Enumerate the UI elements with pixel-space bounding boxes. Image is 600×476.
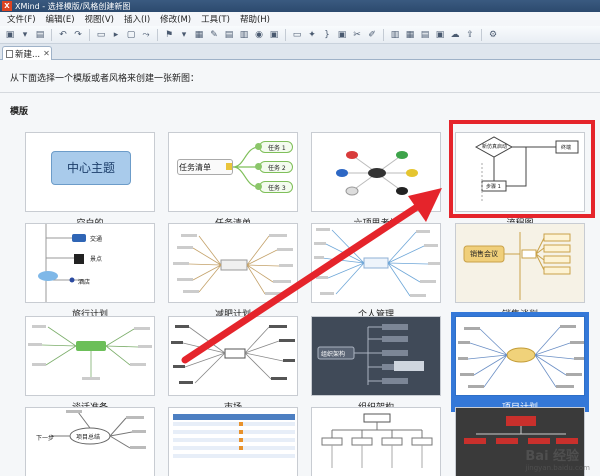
window-title: XMind - 选择模版/风格创建新图 [15,1,131,11]
template-thumbnail: 任务清单 任务 1 任务 2 任务 3 [168,132,298,212]
menu-insert[interactable]: 插入(I) [119,13,155,25]
floating-topic-icon[interactable]: ▢ [125,29,137,41]
toolbar-separator [383,28,384,41]
baidu-watermark: Bai 经验 jingyan.baidu.com [525,445,590,472]
menu-bar: 文件(F) 编辑(E) 视图(V) 插入(I) 修改(M) 工具(T) 帮助(H… [0,12,600,26]
fit-icon[interactable]: ▣ [434,29,446,41]
central-topic-text: 组织架构 [321,351,346,358]
toolbar-separator [285,28,286,41]
branch-text: 下一步 [36,435,55,442]
tree-diagram [321,413,433,468]
relationship-icon[interactable]: ⤳ [140,29,152,41]
template-thumbnail: 销售会议 [455,223,585,303]
toolbar-separator [89,28,90,41]
tab-label: 新建... [15,49,41,60]
format-icon[interactable]: ✂ [351,29,363,41]
document-icon [6,49,13,58]
save-icon[interactable]: ▤ [34,29,46,41]
brush-icon[interactable]: ✐ [366,29,378,41]
open-icon[interactable]: ▾ [19,29,31,41]
travel-tag: 酒店 [78,279,91,286]
link-icon[interactable]: ▣ [268,29,280,41]
central-topic-text: 中心主题 [66,161,115,175]
conversation-diagram [28,325,152,380]
template-thumbnail: 中心主题 [25,132,155,212]
tab-new[interactable]: 新建... ✕ [2,46,52,60]
toolbar-separator [157,28,158,41]
template-thumbnail [168,316,298,396]
menu-file[interactable]: 文件(F) [2,13,41,25]
audio-icon[interactable]: ◉ [253,29,265,41]
market-diagram [171,325,295,384]
task-item: 任务 3 [268,185,286,192]
table-diagram [173,414,295,458]
summary-icon[interactable]: } [321,29,333,41]
template-thumbnail [168,407,298,476]
toolbar: ▣ ▾ ▤ ↶ ↷ ▭ ▸ ▢ ⤳ ⚑ ▾ ▦ ✎ ▤ ▥ ◉ ▣ ▭ ✦ } … [0,26,600,44]
callout-icon[interactable]: ✦ [306,29,318,41]
task-item: 任务 2 [268,165,286,172]
travel-tag: 景点 [90,256,103,263]
templates-heading: 模版 [10,107,29,117]
boundary-icon[interactable]: ▭ [291,29,303,41]
toolbar-separator [481,28,482,41]
note-icon[interactable]: ▤ [223,29,235,41]
menu-edit[interactable]: 编辑(E) [41,13,80,25]
watermark-main: Bai 经验 [525,449,580,464]
template-thumbnail [311,132,441,212]
central-topic-text: 项目总结 [76,434,101,441]
template-thumbnail [311,407,441,476]
template-thumbnail [168,223,298,303]
menu-tools[interactable]: 工具(T) [196,13,235,25]
presentation-icon[interactable]: ▦ [404,29,416,41]
redo-icon[interactable]: ↷ [72,29,84,41]
template-thumbnail: 项目总结 下一步 [25,407,155,476]
undo-icon[interactable]: ↶ [57,29,69,41]
template-thumbnail: 组织架构 [311,316,441,396]
pen-icon[interactable]: ✎ [208,29,220,41]
upload-icon[interactable]: ⇪ [464,29,476,41]
title-bar: X XMind - 选择模版/风格创建新图 [0,0,600,12]
marker-icon[interactable]: ⚑ [163,29,175,41]
label-icon[interactable]: ▾ [178,29,190,41]
diet-diagram [173,234,293,295]
settings-gear-icon[interactable]: ⚙ [487,29,499,41]
task-item: 任务 1 [268,145,286,152]
image-icon[interactable]: ▦ [193,29,205,41]
new-map-panel: 从下面选择一个模版或者风格来创建一张新图： 模版 中心主题 空白的 任务清单 任… [0,60,600,476]
close-icon[interactable]: ✕ [43,49,50,58]
menu-help[interactable]: 帮助(H) [235,13,275,25]
personal-diagram [314,228,440,297]
subtopic-icon[interactable]: ▸ [110,29,122,41]
menu-modify[interactable]: 修改(M) [155,13,196,25]
template-thumbnail: 交通 景点 酒店 [25,223,155,303]
attachment-icon[interactable]: ▥ [238,29,250,41]
red-highlight-box [449,120,595,218]
template-thumbnail [455,316,585,396]
menu-view[interactable]: 视图(V) [80,13,119,25]
topic-icon[interactable]: ▭ [95,29,107,41]
new-icon[interactable]: ▣ [4,29,16,41]
template-thumbnail [25,316,155,396]
instruction-text: 从下面选择一个模版或者风格来创建一张新图： [10,74,200,84]
template-thumbnail [311,223,441,303]
zoom-icon[interactable]: ▥ [389,29,401,41]
travel-tag: 交通 [90,236,103,243]
six-hats-diagram [336,151,418,196]
outline-icon[interactable]: ▤ [419,29,431,41]
style-icon[interactable]: ▣ [336,29,348,41]
xmind-logo-icon: X [2,1,12,11]
summary-diagram [52,410,146,449]
divider [0,92,600,93]
central-topic-text: 销售会议 [470,250,498,258]
project-diagram [458,325,584,388]
editor-tab-bar: 新建... ✕ [0,44,600,60]
toolbar-separator [51,28,52,41]
share-icon[interactable]: ☁ [449,29,461,41]
sales-diagram [456,224,584,302]
watermark-url: jingyan.baidu.com [525,464,590,472]
